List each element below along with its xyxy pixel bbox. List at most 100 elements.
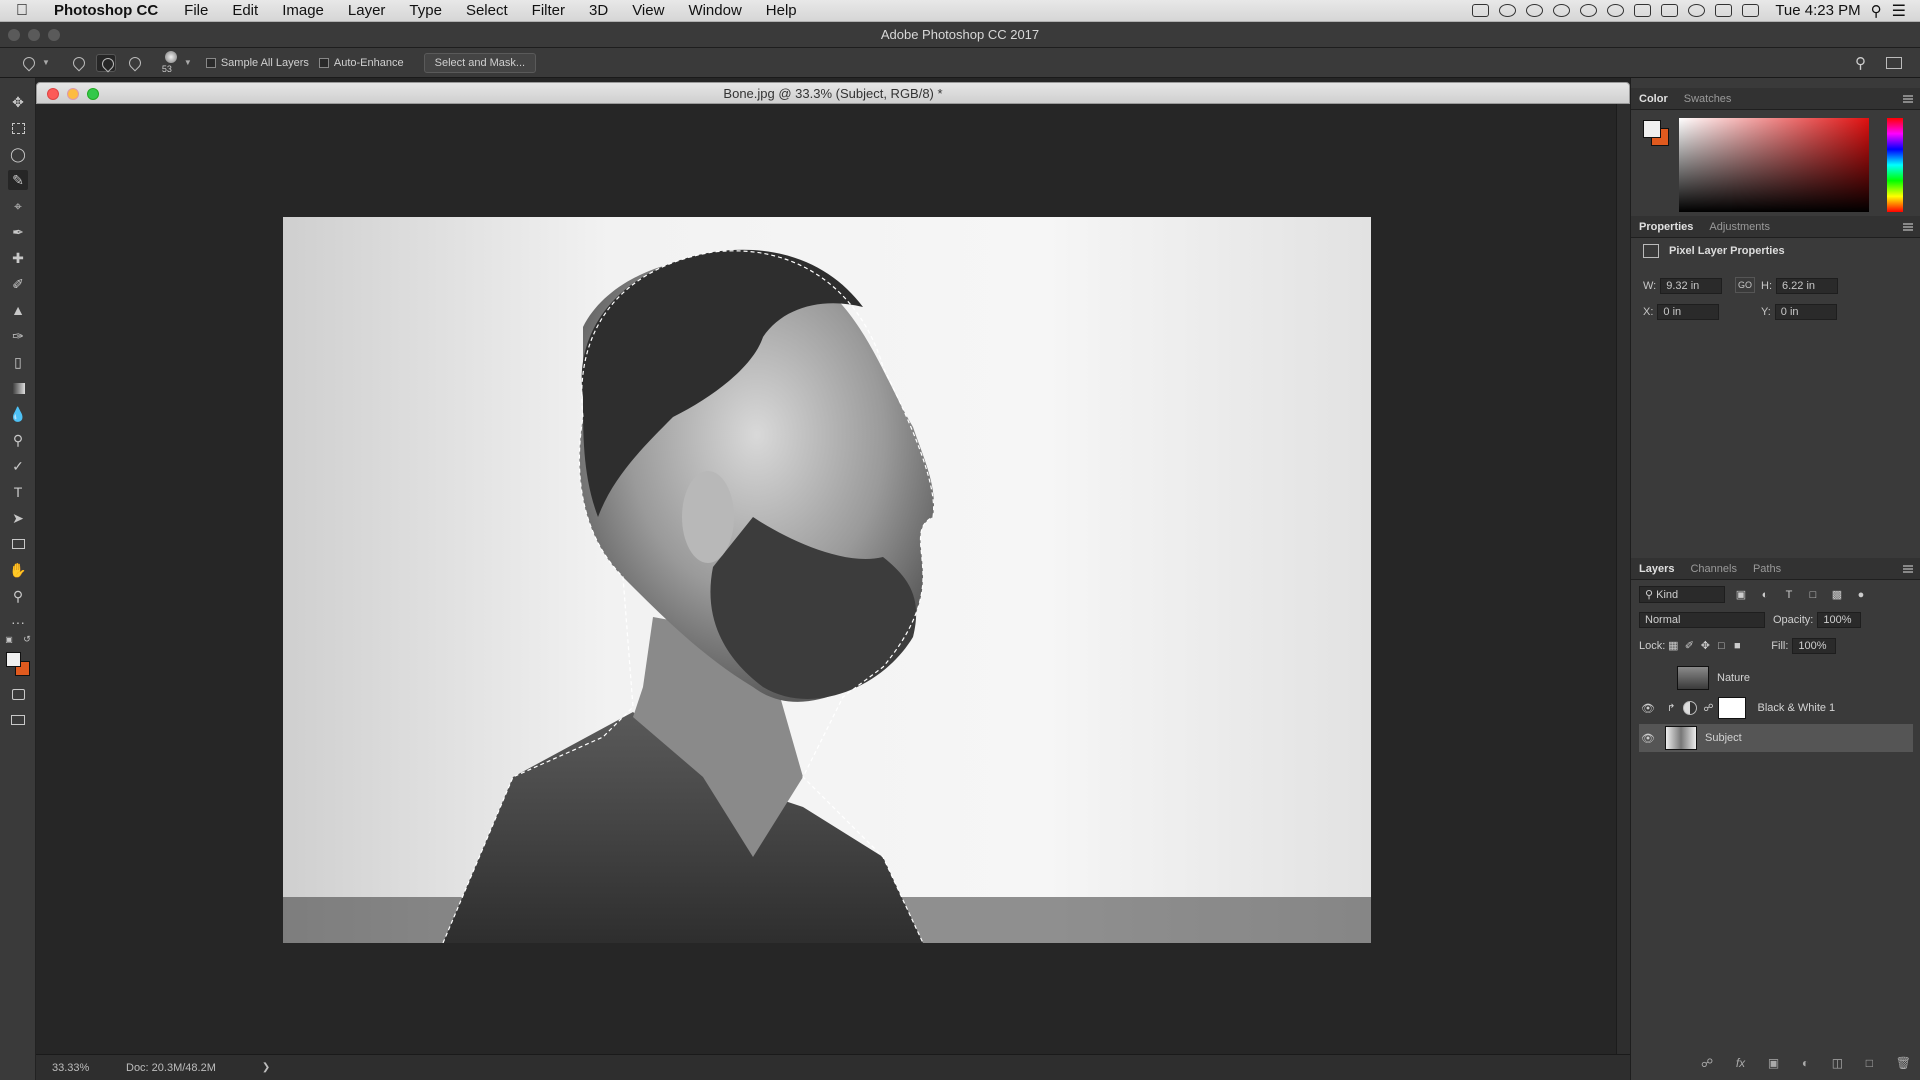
screen-mode-icon[interactable] xyxy=(8,710,28,730)
clone-stamp-tool-icon[interactable]: ▲ xyxy=(8,300,28,320)
more-tools-icon[interactable]: ··· xyxy=(8,612,28,632)
sample-all-layers-checkbox[interactable] xyxy=(205,57,216,68)
lock-all-icon[interactable]: ■ xyxy=(1729,638,1745,654)
sync-icon[interactable] xyxy=(1580,4,1598,17)
opacity-input[interactable]: 100% xyxy=(1817,612,1862,628)
lock-position-icon[interactable]: ✥ xyxy=(1697,638,1713,654)
filter-toggle-icon[interactable]: ● xyxy=(1853,587,1869,603)
filter-smart-object-icon[interactable]: ▩ xyxy=(1829,587,1845,603)
filter-shape-icon[interactable]: □ xyxy=(1805,587,1821,603)
layer-style-icon[interactable]: fx xyxy=(1736,1056,1745,1070)
menu-help[interactable]: Help xyxy=(766,2,797,19)
eye-icon[interactable]: 👁 xyxy=(1639,732,1657,745)
menu-type[interactable]: Type xyxy=(409,2,442,19)
filter-adjustment-icon[interactable]: ◐ xyxy=(1757,587,1773,603)
volume-icon[interactable] xyxy=(1742,4,1760,17)
height-input[interactable]: 6.22 in xyxy=(1776,278,1838,294)
rectangle-tool-icon[interactable] xyxy=(8,534,28,554)
menu-view[interactable]: View xyxy=(632,2,664,19)
select-and-mask-button[interactable]: Select and Mask... xyxy=(423,52,537,73)
hue-slider[interactable] xyxy=(1887,118,1903,212)
mask-link-icon[interactable]: ☍ xyxy=(1703,703,1713,714)
camera-icon[interactable] xyxy=(1472,4,1490,17)
cloud-icon[interactable] xyxy=(1553,4,1571,17)
tool-preset-icon[interactable] xyxy=(18,54,38,72)
layer-name[interactable]: Nature xyxy=(1717,672,1750,684)
workspace-icon[interactable] xyxy=(1886,56,1902,69)
vertical-scrollbar[interactable] xyxy=(1616,104,1630,1054)
zoom-level[interactable]: 33.33% xyxy=(52,1062,122,1074)
share-icon[interactable] xyxy=(1634,4,1652,17)
document-zoom-button[interactable] xyxy=(87,88,99,100)
menu-edit[interactable]: Edit xyxy=(232,2,258,19)
gradient-tool-icon[interactable] xyxy=(8,378,28,398)
subtract-from-selection-icon[interactable] xyxy=(124,54,144,72)
canvas-photo[interactable] xyxy=(283,217,1371,943)
app-close-button[interactable] xyxy=(8,29,20,41)
panel-menu-icon[interactable] xyxy=(1903,222,1913,231)
tab-paths[interactable]: Paths xyxy=(1745,563,1789,575)
crop-tool-icon[interactable]: ⌖ xyxy=(8,196,28,216)
chevron-down-icon[interactable]: ▼ xyxy=(184,58,192,67)
brush-picker[interactable]: 53 xyxy=(162,50,180,76)
path-selection-tool-icon[interactable]: ➤ xyxy=(8,508,28,528)
fill-input[interactable]: 100% xyxy=(1792,638,1837,654)
swap-colors-icon[interactable]: ↺ xyxy=(22,634,32,644)
foreground-color-swatch[interactable] xyxy=(6,652,21,667)
blur-tool-icon[interactable]: 💧 xyxy=(8,404,28,424)
panel-menu-icon[interactable] xyxy=(1903,564,1913,573)
zoom-tool-icon[interactable]: ⚲ xyxy=(8,586,28,606)
dropbox-icon[interactable] xyxy=(1499,4,1517,17)
lock-artboard-icon[interactable]: □ xyxy=(1713,638,1729,654)
menu-filter[interactable]: Filter xyxy=(532,2,565,19)
default-colors-icon[interactable]: ▣ xyxy=(4,634,14,644)
color-swatches[interactable] xyxy=(6,652,30,676)
menu-layer[interactable]: Layer xyxy=(348,2,386,19)
color-panel-swatches[interactable] xyxy=(1643,120,1669,146)
layer-row-subject[interactable]: 👁 Subject xyxy=(1639,724,1913,752)
eye-icon[interactable]: 👁 xyxy=(1639,702,1657,715)
eyedropper-tool-icon[interactable]: ✒ xyxy=(8,222,28,242)
layer-mask-thumbnail[interactable] xyxy=(1717,697,1746,719)
color-field[interactable] xyxy=(1679,118,1869,212)
type-tool-icon[interactable]: T xyxy=(8,482,28,502)
spotlight-icon[interactable]: ⚲ xyxy=(1871,2,1882,20)
new-selection-icon[interactable] xyxy=(68,54,88,72)
link-layers-icon[interactable]: ☍ xyxy=(1701,1056,1713,1070)
chevron-down-icon[interactable]: ▼ xyxy=(42,58,50,67)
marquee-tool-icon[interactable] xyxy=(8,118,28,138)
auto-enhance-checkbox[interactable] xyxy=(318,57,329,68)
blend-mode-dropdown[interactable]: Normal xyxy=(1639,612,1765,628)
lock-image-icon[interactable]: ✐ xyxy=(1681,638,1697,654)
menu-image[interactable]: Image xyxy=(282,2,324,19)
tab-swatches[interactable]: Swatches xyxy=(1676,93,1740,105)
tab-adjustments[interactable]: Adjustments xyxy=(1701,221,1778,233)
document-close-button[interactable] xyxy=(47,88,59,100)
filter-pixel-icon[interactable]: ▣ xyxy=(1733,587,1749,603)
y-input[interactable]: 0 in xyxy=(1774,304,1837,320)
menu-window[interactable]: Window xyxy=(688,2,741,19)
menubar-clock[interactable]: Tue 4:23 PM xyxy=(1775,2,1860,19)
layer-name[interactable]: Black & White 1 xyxy=(1758,702,1836,714)
display-icon[interactable] xyxy=(1661,4,1679,17)
menu-app-name[interactable]: Photoshop CC xyxy=(54,2,158,19)
quick-selection-tool-icon[interactable]: ✎ xyxy=(8,170,28,190)
menu-select[interactable]: Select xyxy=(466,2,508,19)
hand-tool-icon[interactable]: ✋ xyxy=(8,560,28,580)
app-zoom-button[interactable] xyxy=(48,29,60,41)
layer-row-black-white[interactable]: 👁 ↱ ☍ Black & White 1 xyxy=(1639,694,1913,722)
panel-menu-icon[interactable] xyxy=(1903,94,1913,103)
filter-type-icon[interactable]: T xyxy=(1781,587,1797,603)
link-dimensions-icon[interactable]: GO xyxy=(1735,277,1755,293)
dodge-tool-icon[interactable]: ⚲ xyxy=(8,430,28,450)
tab-properties[interactable]: Properties xyxy=(1631,221,1701,233)
lasso-tool-icon[interactable]: ◯ xyxy=(8,144,28,164)
add-mask-icon[interactable]: ▣ xyxy=(1768,1056,1779,1070)
search-icon[interactable]: ⚲ xyxy=(1855,54,1866,72)
lock-transparent-icon[interactable]: ▦ xyxy=(1665,638,1681,654)
move-tool-icon[interactable]: ✥ xyxy=(8,92,28,112)
new-layer-icon[interactable]: □ xyxy=(1866,1056,1873,1070)
layer-row-nature[interactable]: Nature xyxy=(1639,664,1913,692)
eraser-tool-icon[interactable]: ▯ xyxy=(8,352,28,372)
trash-icon[interactable]: 🗑 xyxy=(1896,1056,1911,1070)
